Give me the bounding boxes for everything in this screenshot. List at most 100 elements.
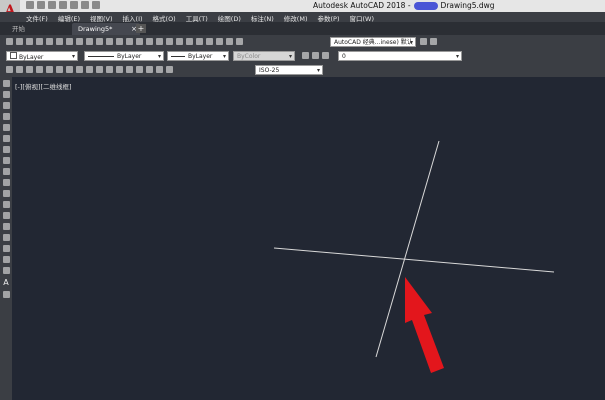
tab-drawing5[interactable]: Drawing5* × xyxy=(72,23,140,35)
layer-select[interactable]: 0 ▾ xyxy=(338,51,462,61)
cut-icon[interactable] xyxy=(76,38,83,45)
workspace-settings-icon[interactable] xyxy=(430,38,437,45)
color-select[interactable]: ByLayer ▾ xyxy=(6,51,78,61)
copy-icon[interactable] xyxy=(86,38,93,45)
match-properties-icon[interactable] xyxy=(106,38,113,45)
block-editor-icon[interactable] xyxy=(116,38,123,45)
open-icon[interactable] xyxy=(37,1,45,9)
file-tab-bar: 开始 Drawing5* × + xyxy=(0,22,605,35)
linetype-select[interactable]: ByLayer ▾ xyxy=(84,51,164,61)
dim-diameter-icon[interactable] xyxy=(56,66,63,73)
preview-icon[interactable] xyxy=(46,38,53,45)
rectangle-icon[interactable] xyxy=(2,124,10,131)
dim-angular-icon[interactable] xyxy=(66,66,73,73)
save-icon[interactable] xyxy=(26,38,33,45)
chevron-down-icon: ▾ xyxy=(316,67,320,74)
print-icon[interactable] xyxy=(36,38,43,45)
table-icon[interactable] xyxy=(2,267,10,274)
spline-icon[interactable] xyxy=(2,168,10,175)
redo-icon[interactable] xyxy=(136,38,143,45)
annotation-arrow xyxy=(405,277,444,373)
styles-toolbar: ISO-25 ▾ xyxy=(0,63,605,77)
circle-icon[interactable] xyxy=(2,146,10,153)
new-tab-button[interactable]: + xyxy=(136,24,146,33)
standard-toolbar: AutoCAD 经典...inese) 默认 ▾ xyxy=(0,35,605,49)
revision-cloud-icon[interactable] xyxy=(2,157,10,164)
tab-start[interactable]: 开始 xyxy=(6,23,78,35)
lightbulb-icon[interactable] xyxy=(302,52,309,59)
dim-radius-icon[interactable] xyxy=(46,66,53,73)
lineweight-select[interactable]: ByLayer ▾ xyxy=(167,51,229,61)
3d-print-icon[interactable] xyxy=(66,38,73,45)
design-center-icon[interactable] xyxy=(196,38,203,45)
print-icon[interactable] xyxy=(70,1,78,9)
markup-icon[interactable] xyxy=(226,38,233,45)
properties-icon[interactable] xyxy=(186,38,193,45)
undo-icon[interactable] xyxy=(126,38,133,45)
ellipse-arc-icon[interactable] xyxy=(2,190,10,197)
chevron-down-icon: ▾ xyxy=(455,53,459,60)
redo-icon[interactable] xyxy=(92,1,100,9)
chevron-down-icon: ▾ xyxy=(222,53,226,60)
dim-continue-icon[interactable] xyxy=(96,66,103,73)
center-mark-icon[interactable] xyxy=(126,66,133,73)
hatch-icon[interactable] xyxy=(2,234,10,241)
linetype-select-value: ByLayer xyxy=(117,53,142,60)
zoom-realtime-icon[interactable] xyxy=(156,38,163,45)
polyline-icon[interactable] xyxy=(2,102,10,109)
point-icon[interactable] xyxy=(2,223,10,230)
insert-block-icon[interactable] xyxy=(2,201,10,208)
drawing-canvas[interactable]: [-][俯视][二维线框] xyxy=(12,77,605,400)
zoom-window-icon[interactable] xyxy=(166,38,173,45)
save-icon[interactable] xyxy=(48,1,56,9)
dim-edit-icon[interactable] xyxy=(136,66,143,73)
chevron-down-icon: ▾ xyxy=(409,39,413,46)
make-block-icon[interactable] xyxy=(2,212,10,219)
quick-access-toolbar xyxy=(26,1,100,9)
redacted-blob xyxy=(413,2,438,10)
workspace-select-value: AutoCAD 经典...inese) 默认 xyxy=(334,39,413,46)
dim-space-icon[interactable] xyxy=(106,66,113,73)
crosshair-line-vertical xyxy=(375,140,440,358)
calculator-icon[interactable] xyxy=(236,38,243,45)
paste-icon[interactable] xyxy=(96,38,103,45)
gear-icon[interactable] xyxy=(420,38,427,45)
dim-ordinate-icon[interactable] xyxy=(36,66,43,73)
new-icon[interactable] xyxy=(26,1,34,9)
polygon-icon[interactable] xyxy=(2,113,10,120)
construction-line-icon[interactable] xyxy=(2,91,10,98)
dim-linear-icon[interactable] xyxy=(6,66,13,73)
dim-update-icon[interactable] xyxy=(156,66,163,73)
multiline-text-icon[interactable]: A xyxy=(3,278,10,287)
new-icon[interactable] xyxy=(6,38,13,45)
sheet-set-icon[interactable] xyxy=(216,38,223,45)
dim-text-edit-icon[interactable] xyxy=(146,66,153,73)
dim-baseline-icon[interactable] xyxy=(86,66,93,73)
plotstyle-select: ByColor ▾ xyxy=(233,51,295,61)
workspace-select[interactable]: AutoCAD 经典...inese) 默认 ▾ xyxy=(330,37,416,47)
arc-icon[interactable] xyxy=(2,135,10,142)
publish-icon[interactable] xyxy=(56,38,63,45)
add-selected-icon[interactable] xyxy=(2,291,10,298)
line-icon[interactable] xyxy=(2,80,10,87)
undo-icon[interactable] xyxy=(81,1,89,9)
region-icon[interactable] xyxy=(2,256,10,263)
save-as-icon[interactable] xyxy=(59,1,67,9)
dim-style-icon[interactable] xyxy=(166,66,173,73)
dim-arc-icon[interactable] xyxy=(26,66,33,73)
lock-icon[interactable] xyxy=(322,52,329,59)
sun-icon[interactable] xyxy=(312,52,319,59)
dim-aligned-icon[interactable] xyxy=(16,66,23,73)
tool-palettes-icon[interactable] xyxy=(206,38,213,45)
zoom-previous-icon[interactable] xyxy=(176,38,183,45)
pan-icon[interactable] xyxy=(146,38,153,45)
dimstyle-select[interactable]: ISO-25 ▾ xyxy=(255,65,323,75)
open-icon[interactable] xyxy=(16,38,23,45)
ellipse-icon[interactable] xyxy=(2,179,10,186)
chevron-down-icon: ▾ xyxy=(71,53,75,60)
layer-select-value: 0 xyxy=(342,53,346,60)
tolerance-icon[interactable] xyxy=(116,66,123,73)
quick-dim-icon[interactable] xyxy=(76,66,83,73)
draw-toolbar: A xyxy=(0,77,12,400)
gradient-icon[interactable] xyxy=(2,245,10,252)
